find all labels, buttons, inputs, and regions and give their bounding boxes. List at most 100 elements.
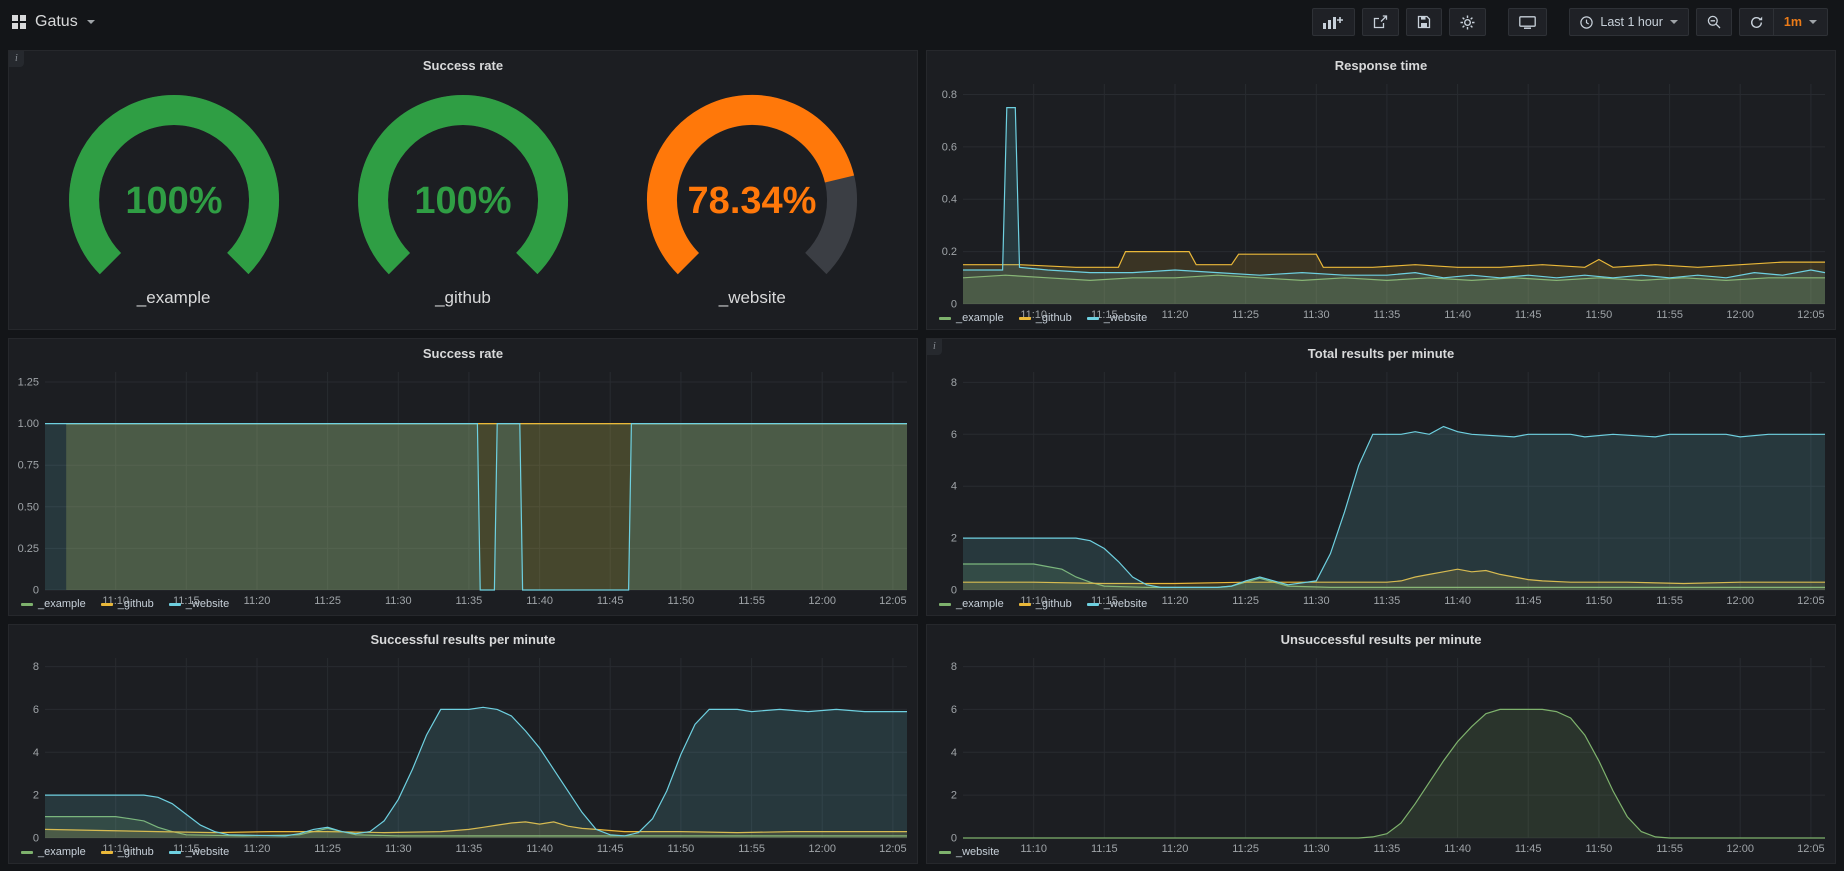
svg-text:0.50: 0.50 [18,501,39,513]
panel-successful-results: Successful results per minute 0246811:10… [8,624,918,864]
gauge-canvas: 78.34% [617,92,887,288]
legend-label: _example [38,598,86,610]
panel-success-rate-gauges: i Success rate 100% _example 100% _githu… [8,50,918,330]
settings-button[interactable] [1449,8,1486,36]
svg-text:2: 2 [951,790,957,802]
tv-mode-button[interactable] [1508,8,1547,36]
settings-gear-icon [1460,15,1475,30]
save-button[interactable] [1406,8,1442,36]
success-rate-chart[interactable]: 00.250.500.751.001.2511:1011:1511:2011:2… [9,364,917,596]
navbar: Gatus [0,0,1844,44]
panel-title[interactable]: Success rate [9,51,917,76]
refresh-interval-dropdown[interactable]: 1m [1774,8,1828,36]
refresh-interval-caret-icon [1809,20,1817,24]
svg-text:0: 0 [951,833,957,845]
legend-label: _website [1104,312,1147,324]
info-icon[interactable]: i [927,339,942,355]
svg-text:0.25: 0.25 [18,543,39,555]
legend-item-_website[interactable]: _website [1087,598,1147,610]
legend-label: _example [956,312,1004,324]
legend-item-_website[interactable]: _website [939,846,999,858]
svg-text:8: 8 [33,661,39,673]
gauge-_example: 100% _example [39,92,309,308]
panel-unsuccessful-results: Unsuccessful results per minute 0246811:… [926,624,1836,864]
chart-canvas[interactable]: 00.250.500.751.001.2511:1011:1511:2011:2… [9,364,917,608]
chart-legend: _example _github _website [9,844,917,863]
svg-text:2: 2 [951,533,957,545]
chart-legend: _example _github _website [927,310,1835,329]
panel-success-rate-graph: Success rate 00.250.500.751.001.2511:101… [8,338,918,616]
svg-text:6: 6 [951,704,957,716]
tv-mode-icon [1519,16,1536,29]
dashboard-caret-icon[interactable] [87,20,95,24]
legend-label: _website [956,846,999,858]
chart-canvas[interactable]: 0246811:1011:1511:2011:2511:3011:3511:40… [9,650,917,856]
svg-text:1.00: 1.00 [18,418,39,430]
panel-title[interactable]: Success rate [9,339,917,364]
panel-title[interactable]: Response time [927,51,1835,76]
navbar-left: Gatus [12,13,95,31]
chart-canvas[interactable]: 00.20.40.60.811:1011:1511:2011:2511:3011… [927,76,1835,322]
svg-text:78.34%: 78.34% [688,180,817,222]
svg-text:0.75: 0.75 [18,460,39,472]
legend-item-_example[interactable]: _example [939,312,1004,324]
svg-text:1.25: 1.25 [18,377,39,389]
total-results-chart[interactable]: 0246811:1011:1511:2011:2511:3011:3511:40… [927,364,1835,596]
legend-label: _github [1036,598,1072,610]
gauge-canvas: 100% [328,92,598,288]
gauge-_website: 78.34% _website [617,92,887,308]
refresh-button[interactable] [1739,8,1774,36]
dashboard-grid-icon[interactable] [12,15,26,29]
info-icon[interactable]: i [9,51,24,67]
gauge-canvas: 100% [39,92,309,288]
legend-item-_github[interactable]: _github [101,598,154,610]
navbar-right: Last 1 hour 1m [1312,8,1828,36]
gauge-group: 100% _example 100% _github 78.34% _websi… [9,76,917,329]
svg-text:0.6: 0.6 [942,141,957,153]
share-icon [1373,15,1388,29]
legend-label: _github [118,598,154,610]
legend-label: _website [186,598,229,610]
panel-title[interactable]: Unsuccessful results per minute [927,625,1835,650]
legend-label: _example [38,846,86,858]
unsuccessful-results-chart[interactable]: 0246811:1011:1511:2011:2511:3011:3511:40… [927,650,1835,844]
legend-item-_website[interactable]: _website [1087,312,1147,324]
legend-item-_github[interactable]: _github [101,846,154,858]
legend-item-_website[interactable]: _website [169,846,229,858]
legend-item-_github[interactable]: _github [1019,598,1072,610]
add-panel-button[interactable] [1312,8,1355,36]
legend-item-_example[interactable]: _example [21,846,86,858]
successful-results-chart[interactable]: 0246811:1011:1511:2011:2511:3011:3511:40… [9,650,917,844]
legend-item-_website[interactable]: _website [169,598,229,610]
svg-text:0.2: 0.2 [942,246,957,258]
chart-canvas[interactable]: 0246811:1011:1511:2011:2511:3011:3511:40… [927,364,1835,608]
gauge-label: _github [435,288,491,308]
refresh-interval-label: 1m [1784,15,1802,29]
zoom-out-icon [1707,15,1721,29]
legend-label: _website [186,846,229,858]
svg-text:100%: 100% [414,180,511,222]
panel-title[interactable]: Total results per minute [927,339,1835,364]
dashboard-grid-icon-svg [12,15,26,29]
zoom-out-button[interactable] [1696,8,1732,36]
share-button[interactable] [1362,8,1399,36]
chart-legend: _example _github _website [927,596,1835,615]
panel-title[interactable]: Successful results per minute [9,625,917,650]
legend-label: _example [956,598,1004,610]
legend-item-_example[interactable]: _example [939,598,1004,610]
legend-item-_example[interactable]: _example [21,598,86,610]
response-time-chart[interactable]: 00.20.40.60.811:1011:1511:2011:2511:3011… [927,76,1835,310]
legend-item-_github[interactable]: _github [1019,312,1072,324]
time-range-picker[interactable]: Last 1 hour [1569,8,1689,36]
chart-legend: _example _github _website [9,596,917,615]
chart-canvas[interactable]: 0246811:1011:1511:2011:2511:3011:3511:40… [927,650,1835,856]
gauge-label: _example [137,288,211,308]
svg-text:0: 0 [33,585,39,597]
svg-text:2: 2 [33,790,39,802]
refresh-icon [1750,16,1763,29]
dashboard-grid: i Success rate 100% _example 100% _githu… [0,44,1844,864]
panel-response-time: Response time 00.20.40.60.811:1011:1511:… [926,50,1836,330]
svg-text:6: 6 [951,429,957,441]
dashboard-title[interactable]: Gatus [35,13,78,31]
time-range-caret-icon [1670,20,1678,24]
